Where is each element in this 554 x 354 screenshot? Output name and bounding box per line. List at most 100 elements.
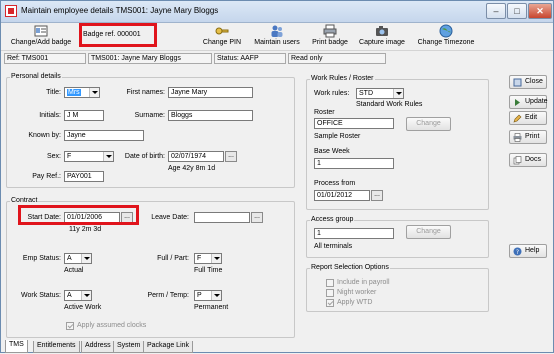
close-button-label: Close [525,78,543,85]
maintain-users-button[interactable]: Maintain users [249,23,305,51]
dob-label: Date of birth: [124,153,165,160]
help-button[interactable]: ? Help [509,244,547,258]
dob-field[interactable]: 02/07/1974 [168,151,224,162]
docs-button[interactable]: Docs [509,153,547,167]
perm-temp-label: Perm / Temp: [147,292,190,299]
work-rules-desc: Standard Work Rules [356,101,423,108]
users-icon [271,25,283,37]
print-badge-button[interactable]: Print badge [308,23,352,51]
known-by-label: Known by: [28,132,61,139]
work-rules-select[interactable]: STD [356,88,404,99]
base-week-field[interactable]: 1 [314,158,394,169]
roster-field[interactable]: OFFICE [314,118,394,129]
surname-field[interactable]: Bloggs [168,110,253,121]
work-rules-title: Work Rules / Roster [310,75,375,82]
maximize-button[interactable]: □ [507,3,527,19]
perm-temp-select[interactable]: P [194,290,222,301]
change-timezone-button[interactable]: Change Timezone [413,23,479,51]
badge-icon [34,25,48,37]
chevron-down-icon [81,254,91,263]
service-length-text: 11y 2m 3d [69,226,102,233]
printer-icon [513,133,522,142]
tab-entitlements[interactable]: Entitlements [33,341,80,353]
sex-select-value: F [67,153,72,160]
edit-button-label: Edit [525,114,538,121]
apply-wtd-label: Apply WTD [337,299,373,306]
pay-ref-label: Pay Ref.: [32,173,61,180]
leave-date-picker-button[interactable]: ... [251,212,263,223]
ref-status: Ref: TMS001 [4,53,86,64]
minimize-button[interactable]: – [486,3,506,19]
mode-status: Read only [288,53,386,64]
known-by-field[interactable]: Jayne [64,130,144,141]
full-part-desc: Full Time [194,267,223,274]
apply-wtd-checkbox[interactable] [326,299,334,307]
change-timezone-label: Change Timezone [417,39,475,46]
base-week-label: Base Week [314,148,350,155]
update-button-label: Update [525,98,548,105]
contract-title: Contract [10,197,39,204]
tab-tms[interactable]: TMS [5,340,28,353]
full-part-select[interactable]: F [194,253,222,264]
night-worker-checkbox[interactable] [326,289,334,297]
emp-status-desc: Actual [64,267,84,274]
access-group-title: Access group [310,216,355,223]
apply-assumed-clocks-checkbox[interactable] [66,322,74,330]
first-names-field[interactable]: Jayne Mary [168,87,253,98]
report-options-title: Report Selection Options [310,264,390,271]
apply-assumed-clocks-label: Apply assumed clocks [77,322,147,329]
emp-status-value: A [67,255,72,262]
tab-bar: TMS Entitlements Address System Package … [1,340,553,354]
chevron-down-icon [211,291,221,300]
process-from-field[interactable]: 01/01/2012 [314,190,370,201]
perm-temp-value: P [197,292,202,299]
access-group-field[interactable]: 1 [314,228,394,239]
update-button[interactable]: Update [509,95,548,109]
camera-icon [376,26,388,36]
close-window-button[interactable]: ✕ [528,3,552,19]
roster-change-button[interactable]: Change [406,117,451,131]
title-bar: Maintain employee details TMS001: Jayne … [1,1,553,23]
initials-field[interactable]: J M [64,110,104,121]
svg-text:?: ? [516,249,519,256]
tab-address[interactable]: Address [81,341,115,353]
app-icon [5,5,17,17]
help-button-label: Help [525,247,540,254]
access-group [306,220,489,258]
pay-ref-field[interactable]: PAY001 [64,171,104,182]
badge-ref-highlight [79,23,157,47]
work-status-select[interactable]: A [64,290,92,301]
capture-image-button[interactable]: Capture image [355,23,409,51]
edit-button[interactable]: Edit [509,111,547,125]
documents-icon [513,156,522,165]
print-button[interactable]: Print [509,130,547,144]
tab-package-link[interactable]: Package Link [143,341,194,353]
process-from-picker-button[interactable]: ... [371,190,383,201]
leave-date-field[interactable] [194,212,250,223]
dob-picker-button[interactable]: ... [225,151,237,162]
change-pin-button[interactable]: Change PIN [199,23,245,51]
change-add-badge-button[interactable]: Change/Add badge [5,23,77,51]
chevron-down-icon [103,152,113,161]
title-select-value: Mrs [67,89,81,96]
full-part-value: F [197,255,202,262]
emp-status-select[interactable]: A [64,253,92,264]
change-add-badge-label: Change/Add badge [10,39,72,46]
title-select[interactable]: Mrs [64,87,100,98]
sex-select[interactable]: F [64,151,114,162]
full-part-label: Full / Part: [157,255,189,262]
print-button-label: Print [525,133,540,140]
include-payroll-checkbox[interactable] [326,279,334,287]
close-button[interactable]: Close [509,75,547,89]
start-date-highlight [18,205,139,225]
chevron-down-icon [211,254,221,263]
maintain-users-label: Maintain users [254,39,300,46]
window-title: Maintain employee details TMS001: Jayne … [21,6,219,15]
globe-icon [439,24,453,38]
access-change-button[interactable]: Change [406,225,451,239]
tab-system[interactable]: System [113,341,145,353]
print-badge-label: Print badge [312,39,348,46]
docs-button-label: Docs [525,156,541,163]
process-from-label: Process from [314,180,356,187]
employee-details-window: Maintain employee details TMS001: Jayne … [0,0,554,353]
